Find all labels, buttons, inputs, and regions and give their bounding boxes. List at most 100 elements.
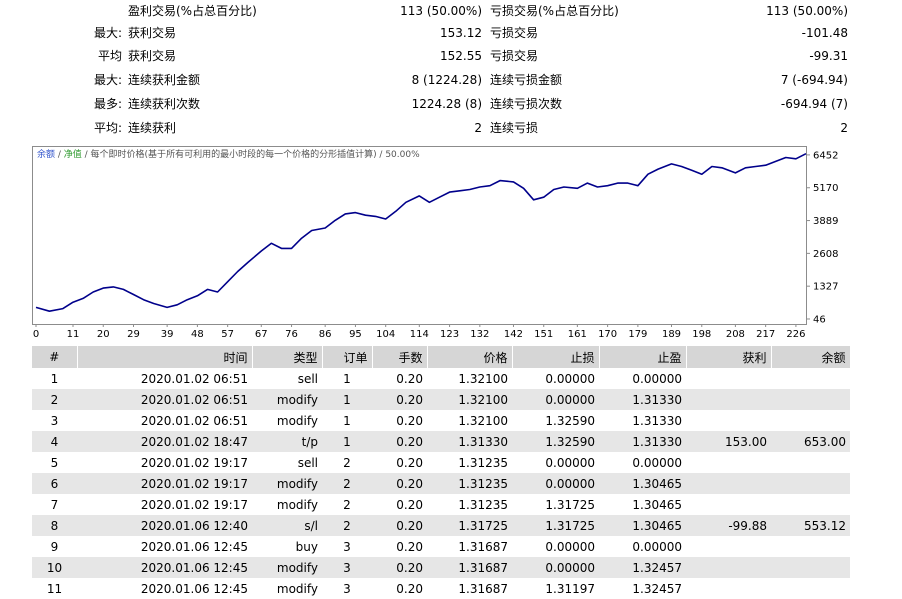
table-cell — [771, 389, 850, 410]
column-header[interactable]: 获利 — [686, 346, 772, 368]
table-row[interactable]: 7 2020.01.02 19:17 modify 2 0.20 1.31235 1.317… — [32, 494, 850, 515]
stat-left-label: 连续获利次数 — [128, 97, 201, 111]
table-cell: 1.30465 — [632, 497, 682, 512]
table-cell: 1.32457 — [599, 557, 686, 578]
table-cell: modify — [276, 581, 318, 596]
table-cell: 553.12 — [771, 515, 850, 536]
column-header[interactable]: 订单 — [322, 346, 373, 368]
table-row[interactable]: 5 2020.01.02 19:17 sell 2 0.20 1.31235 0.00000… — [32, 452, 850, 473]
table-cell: buy — [295, 539, 318, 554]
table-row[interactable]: 9 2020.01.06 12:45 buy 3 0.20 1.31687 0.00000 0… — [32, 536, 850, 557]
table-cell: 2 — [32, 389, 77, 410]
table-cell: modify — [276, 497, 318, 512]
stat-left-label: 连续获利金额 — [128, 73, 201, 87]
table-cell: 1.31725 — [427, 515, 512, 536]
table-cell: 3 — [343, 581, 351, 596]
x-tick-label: 95 — [349, 329, 362, 340]
table-cell — [686, 389, 771, 410]
table-cell: 0.00000 — [632, 455, 682, 470]
y-tick-label: 3889 — [813, 216, 838, 227]
table-cell: 2020.01.06 12:40 — [77, 515, 252, 536]
x-tick-label: 132 — [470, 329, 489, 340]
table-cell: 2020.01.06 12:45 — [140, 581, 248, 596]
table-cell — [771, 473, 850, 494]
table-cell: 2 — [322, 515, 372, 536]
column-header[interactable]: 价格 — [427, 346, 513, 368]
column-header[interactable]: 时间 — [77, 346, 253, 368]
table-cell: 1.32100 — [427, 389, 512, 410]
y-tick-label: 6452 — [813, 150, 838, 161]
x-tick-label: 151 — [534, 329, 553, 340]
table-cell: 1 — [322, 431, 372, 452]
legend-part: 余额 — [37, 148, 55, 160]
stat-right-value: -694.94 (7) — [780, 97, 848, 111]
table-cell — [771, 410, 850, 431]
table-header-row: # 时间 类型 订单 手数 价格 止损 止盈 获利 余额 — [32, 346, 851, 368]
stat-right-label: 连续亏损金额 — [490, 73, 563, 87]
stat-right-value: 2 — [840, 121, 848, 135]
x-tick-label: 161 — [568, 329, 587, 340]
x-tick-label: 114 — [410, 329, 429, 340]
table-cell: 1.32590 — [512, 431, 599, 452]
table-cell: 6 — [32, 473, 77, 494]
table-cell — [771, 578, 850, 599]
stat-prefix: 平均 — [97, 49, 122, 63]
table-cell: 0.20 — [372, 431, 427, 452]
table-row[interactable]: 1 2020.01.02 06:51 sell 1 0.20 1.32100 0.00000… — [32, 368, 850, 389]
column-header[interactable]: 余额 — [771, 346, 851, 368]
table-cell: 1.31235 — [427, 473, 512, 494]
table-row[interactable]: 3 2020.01.02 06:51 modify 1 0.20 1.32100 1.325… — [32, 410, 850, 431]
table-cell: 11 — [46, 581, 63, 596]
table-cell: 2020.01.02 18:47 — [77, 431, 252, 452]
table-cell — [771, 494, 850, 515]
stat-left-label: 获利交易 — [128, 26, 177, 40]
column-header[interactable]: 止损 — [512, 346, 600, 368]
y-tick-label: 2608 — [813, 249, 838, 260]
stat-left-value: 113 (50.00%) — [400, 4, 482, 18]
x-tick-label: 0 — [33, 329, 39, 340]
table-cell: t/p — [252, 431, 322, 452]
stat-left-value: 1224.28 (8) — [411, 97, 482, 111]
column-header[interactable]: 类型 — [252, 346, 323, 368]
table-cell: -99.88 — [686, 515, 771, 536]
stat-right-value: 113 (50.00%) — [766, 4, 848, 18]
table-row[interactable]: 10 2020.01.06 12:45 modify 3 0.20 1.31687 0.00… — [32, 557, 850, 578]
column-header[interactable]: 止盈 — [599, 346, 687, 368]
table-cell: 1.31330 — [632, 413, 682, 428]
table-cell: 3 — [322, 557, 372, 578]
stat-row: 平均: 连续获利 2 连续亏损 2 — [0, 117, 902, 139]
table-cell: 2 — [343, 455, 351, 470]
table-cell: 1.31330 — [599, 431, 686, 452]
legend-part: / — [55, 150, 64, 160]
stat-prefix: 平均: — [93, 121, 122, 135]
table-row[interactable]: 6 2020.01.02 19:17 modify 2 0.20 1.31235 0.000… — [32, 473, 850, 494]
x-tick-label: 217 — [756, 329, 775, 340]
table-row[interactable]: 4 2020.01.02 18:47 t/p 1 0.20 1.31330 1.32590 1… — [32, 431, 850, 452]
table-row[interactable]: 11 2020.01.06 12:45 modify 3 0.20 1.31687 1.31… — [32, 578, 850, 599]
column-header[interactable]: 手数 — [372, 346, 428, 368]
x-tick-label: 208 — [726, 329, 745, 340]
table-cell: 0.20 — [372, 473, 427, 494]
table-cell — [771, 557, 850, 578]
table-cell: 1.31687 — [427, 557, 512, 578]
table-cell: 2020.01.02 06:51 — [77, 389, 252, 410]
table-cell: 2020.01.02 19:17 — [77, 473, 252, 494]
table-cell: 0.20 — [372, 557, 427, 578]
table-cell — [771, 536, 850, 557]
table-cell — [686, 557, 771, 578]
table-cell: 0.20 — [396, 455, 423, 470]
table-cell: 7 — [50, 497, 59, 512]
table-cell: 0.20 — [372, 389, 427, 410]
table-row[interactable]: 8 2020.01.06 12:40 s/l 2 0.20 1.31725 1.31725 1… — [32, 515, 850, 536]
column-header[interactable]: # — [32, 346, 78, 368]
chart-svg: 余额 / 净值 / 每个即时价格(基于所有可利用的最小时段的每一个价格的分形插值… — [32, 146, 838, 340]
x-tick-label: 76 — [285, 329, 298, 340]
table-cell: 3 — [343, 539, 351, 554]
y-tick-label: 1327 — [813, 282, 838, 293]
table-cell — [686, 410, 771, 431]
table-row[interactable]: 2 2020.01.02 06:51 modify 1 0.20 1.32100 0.000… — [32, 389, 850, 410]
x-tick-label: 170 — [598, 329, 617, 340]
table-cell: 1.32590 — [545, 413, 595, 428]
table-cell: modify — [252, 473, 322, 494]
stat-prefix: 最大: — [93, 73, 122, 87]
